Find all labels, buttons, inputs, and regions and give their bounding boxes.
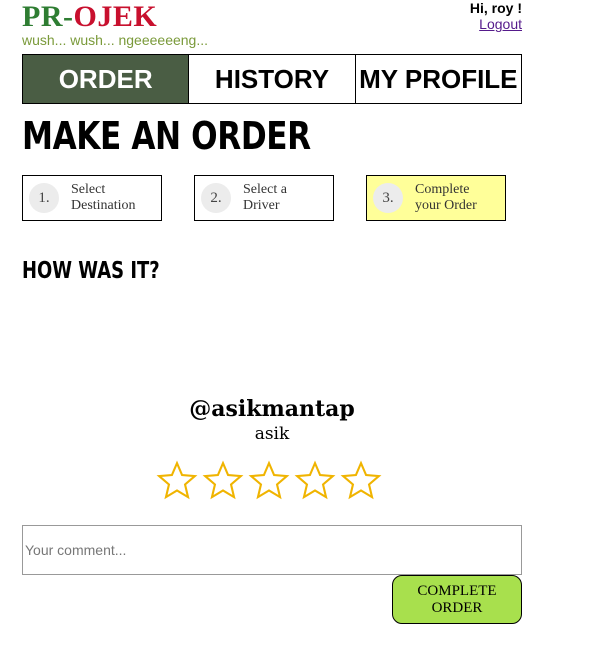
driver-name: asik [254, 424, 290, 444]
driver-username: @asikmantap [189, 396, 355, 422]
step-select-driver: 2. Select a Driver [194, 175, 334, 221]
complete-order-button[interactable]: COMPLETE ORDER [392, 575, 522, 624]
step-select-destination: 1. Select Destination [22, 175, 162, 221]
step-label-line2: your Order [415, 198, 477, 213]
step-label: Complete your Order [415, 182, 477, 214]
step-label: Select Destination [71, 182, 136, 214]
step-label-line1: Complete [415, 182, 470, 197]
complete-order-label-line1: COMPLETE [417, 582, 497, 599]
step-label: Select a Driver [243, 182, 287, 214]
main-nav: ORDER HISTORY MY PROFILE [22, 54, 522, 104]
app-logo: PR-OJEK [22, 0, 157, 34]
page-title: MAKE AN ORDER [22, 114, 311, 158]
star-icon[interactable] [294, 460, 336, 502]
step-label-line1: Select a [243, 182, 287, 197]
step-number: 2. [201, 183, 231, 213]
star-icon[interactable] [340, 460, 382, 502]
star-icon[interactable] [202, 460, 244, 502]
comment-input[interactable] [22, 525, 522, 575]
complete-order-label-line2: ORDER [431, 599, 483, 616]
logo-pr: PR [22, 0, 63, 33]
tagline: wush... wush... ngeeeeeeng... [22, 32, 209, 48]
step-label-line2: Driver [243, 198, 280, 213]
logo-dash: - [63, 0, 74, 33]
logo-ojek: OJEK [73, 0, 158, 33]
star-icon[interactable] [156, 460, 198, 502]
tab-order[interactable]: ORDER [23, 55, 190, 103]
tab-history[interactable]: HISTORY [189, 55, 356, 103]
step-complete-order: 3. Complete your Order [366, 175, 506, 221]
section-title: HOW WAS IT? [22, 258, 160, 284]
step-label-line2: Destination [71, 198, 136, 213]
step-number: 3. [373, 183, 403, 213]
star-icon[interactable] [248, 460, 290, 502]
tab-my-profile[interactable]: MY PROFILE [356, 55, 521, 103]
step-label-line1: Select [71, 182, 106, 197]
step-number: 1. [29, 183, 59, 213]
star-rating [156, 460, 382, 502]
user-greeting: Hi, roy ! [469, 0, 522, 16]
logout-link[interactable]: Logout [479, 16, 522, 32]
